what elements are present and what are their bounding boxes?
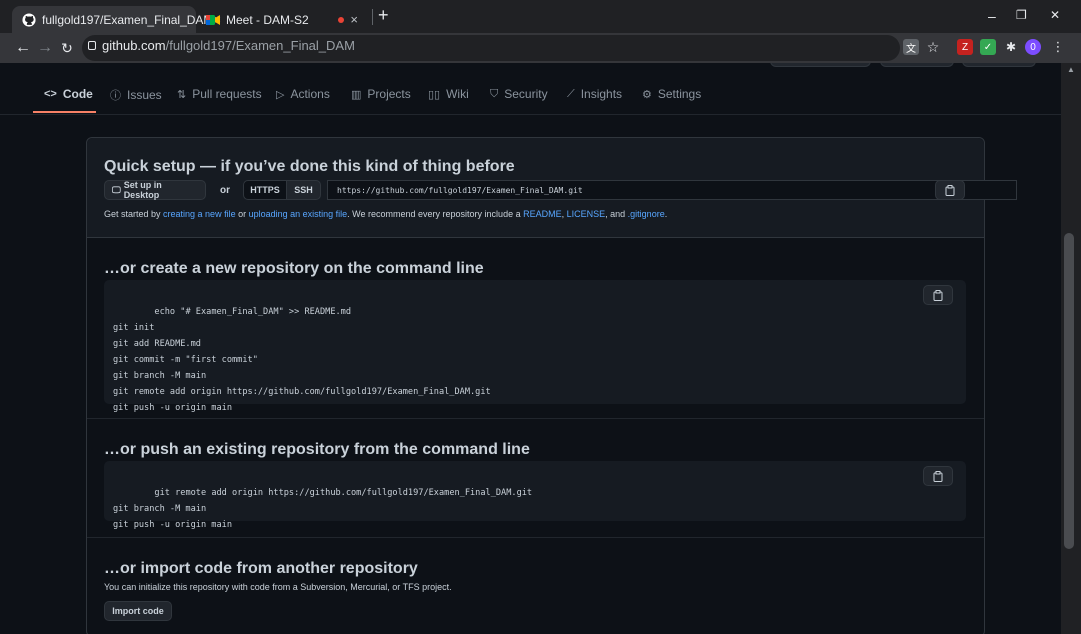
- set-up-in-desktop-button[interactable]: 🖵 Set up in Desktop: [104, 180, 206, 200]
- new-tab-button[interactable]: +: [378, 5, 389, 26]
- project-icon: ▥: [351, 88, 362, 101]
- tab-label: Projects: [367, 87, 411, 101]
- tab-code[interactable]: <> Code: [44, 87, 93, 101]
- tab-title: fullgold197/Examen_Final_DAM: [42, 12, 214, 27]
- url-host: github.com: [102, 38, 166, 53]
- page-scrollbar-thumb[interactable]: [1064, 233, 1074, 549]
- tab-settings[interactable]: ⚙ Settings: [642, 87, 701, 101]
- help-text-part: or: [235, 209, 249, 219]
- tab-label: Issues: [127, 88, 162, 102]
- help-text-part: . We recommend every repository include …: [347, 209, 524, 219]
- desktop-icon: 🖵: [112, 184, 121, 195]
- reload-icon[interactable]: ↻: [56, 40, 78, 57]
- desktop-button-label: Set up in Desktop: [123, 180, 162, 200]
- gear-icon: ⚙: [642, 88, 652, 101]
- bookmark-star-icon[interactable]: ☆: [925, 39, 941, 55]
- tab-issues[interactable]: ⓘ Issues: [110, 87, 162, 103]
- tab-label: Security: [504, 87, 548, 101]
- minimize-button[interactable]: –: [988, 8, 996, 24]
- issue-icon: ⓘ: [110, 90, 121, 102]
- create-new-repo-section: …or create a new repository on the comma…: [87, 238, 984, 419]
- clipboard-icon: [933, 289, 943, 301]
- import-code-title: …or import code from another repository: [104, 560, 418, 577]
- translate-icon[interactable]: 文: [903, 39, 919, 55]
- push-existing-commands: git remote add origin https://github.com…: [113, 488, 533, 530]
- browser-tab-meet[interactable]: Meet - DAM-S2 ×: [196, 6, 368, 33]
- license-link[interactable]: LICENSE: [567, 209, 606, 219]
- create-new-repo-commands: echo "# Examen_Final_DAM" >> README.md g…: [113, 307, 491, 413]
- tab-actions[interactable]: ▷ Actions: [276, 87, 330, 101]
- browser-tab-strip: fullgold197/Examen_Final_DAM × Meet - DA…: [0, 0, 1081, 33]
- readme-link[interactable]: README: [523, 209, 562, 219]
- tab-label: Actions: [290, 87, 330, 101]
- push-existing-title: …or push an existing repository from the…: [104, 441, 530, 458]
- close-window-button[interactable]: ✕: [1050, 8, 1060, 22]
- clipboard-icon: [945, 184, 955, 196]
- tab-label: Settings: [657, 87, 702, 101]
- pull-request-icon: ⇅: [177, 88, 187, 101]
- clone-url-input[interactable]: https://github.com/fullgold197/Examen_Fi…: [327, 180, 1017, 200]
- active-tab-underline: [33, 111, 96, 113]
- quick-setup-box: Quick setup — if you’ve done this kind o…: [86, 137, 1017, 634]
- recording-dot-icon: [338, 16, 345, 23]
- ssh-toggle[interactable]: SSH: [286, 180, 321, 200]
- lock-icon: [88, 41, 96, 50]
- forward-arrow-icon[interactable]: →: [34, 39, 56, 57]
- help-text-part: .: [664, 209, 668, 219]
- help-text-part: Get started by: [104, 209, 164, 219]
- back-arrow-icon[interactable]: ←: [12, 39, 34, 57]
- book-icon: ▯▯: [428, 88, 441, 101]
- play-icon: ▷: [276, 88, 285, 101]
- shield-icon: ⛉: [490, 87, 499, 100]
- extension-shield-icon[interactable]: ✓: [980, 39, 996, 55]
- restore-button[interactable]: ❐: [1016, 8, 1027, 22]
- copy-url-button[interactable]: [935, 180, 965, 200]
- tab-pull-requests[interactable]: ⇅ Pull requests: [177, 87, 262, 101]
- github-logo-icon: [22, 12, 36, 27]
- tab-label: Wiki: [446, 87, 469, 101]
- tab-title: Meet - DAM-S2: [226, 12, 309, 27]
- tab-insights[interactable]: ⟋ Insights: [567, 87, 622, 101]
- upload-existing-file-link[interactable]: uploading an existing file: [249, 209, 348, 219]
- extensions-puzzle-icon[interactable]: ✱: [1003, 39, 1019, 55]
- gitignore-link[interactable]: .gitignore: [628, 209, 665, 219]
- extension-z-icon[interactable]: Z: [957, 39, 973, 55]
- help-text-part: , and: [605, 209, 628, 219]
- create-new-file-link[interactable]: creating a new file: [163, 209, 236, 219]
- profile-avatar[interactable]: 0: [1025, 39, 1041, 55]
- code-icon: <>: [44, 88, 57, 100]
- tab-close-icon[interactable]: ×: [350, 12, 358, 27]
- tab-projects[interactable]: ▥ Projects: [351, 87, 411, 101]
- import-code-section: …or import code from another repository …: [87, 538, 984, 634]
- quick-setup-title: Quick setup — if you’ve done this kind o…: [104, 158, 515, 175]
- tab-security[interactable]: ⛉ Security: [490, 87, 548, 101]
- url-path: /fullgold197/Examen_Final_DAM: [165, 38, 355, 53]
- quick-setup-section: Quick setup — if you’ve done this kind o…: [87, 138, 1017, 238]
- meet-logo-icon: [206, 13, 220, 27]
- browser-menu-icon[interactable]: ⋮: [1050, 39, 1066, 55]
- create-new-repo-title: …or create a new repository on the comma…: [104, 260, 484, 277]
- github-page: <> Code ⓘ Issues ⇅ Pull requests ▷ Actio…: [0, 63, 1061, 634]
- scroll-up-arrow-icon[interactable]: ▲: [1067, 65, 1075, 74]
- clipboard-icon: [933, 470, 943, 482]
- tab-label: Pull requests: [192, 87, 262, 101]
- or-label: or: [220, 185, 230, 196]
- https-toggle[interactable]: HTTPS: [243, 180, 287, 200]
- push-existing-section: …or push an existing repository from the…: [87, 419, 984, 538]
- quick-setup-help-text: Get started by creating a new file or up…: [104, 209, 667, 219]
- copy-commands-button[interactable]: [923, 285, 953, 305]
- tab-label: Insights: [580, 87, 623, 101]
- tab-divider: [372, 9, 373, 25]
- repo-nav: <> Code ⓘ Issues ⇅ Pull requests ▷ Actio…: [0, 63, 1061, 115]
- graph-icon: ⟋: [567, 87, 575, 100]
- import-code-button[interactable]: Import code: [104, 601, 172, 621]
- create-new-repo-code[interactable]: echo "# Examen_Final_DAM" >> README.md g…: [104, 280, 966, 413]
- push-existing-code[interactable]: git remote add origin https://github.com…: [104, 461, 966, 530]
- tab-label: Code: [62, 87, 93, 101]
- browser-tab-github[interactable]: fullgold197/Examen_Final_DAM ×: [12, 6, 221, 33]
- import-code-description: You can initialize this repository with …: [104, 582, 452, 592]
- address-url[interactable]: github.com/fullgold197/Examen_Final_DAM: [88, 38, 355, 53]
- tab-wiki[interactable]: ▯▯ Wiki: [428, 87, 469, 101]
- copy-commands-button[interactable]: [923, 466, 953, 486]
